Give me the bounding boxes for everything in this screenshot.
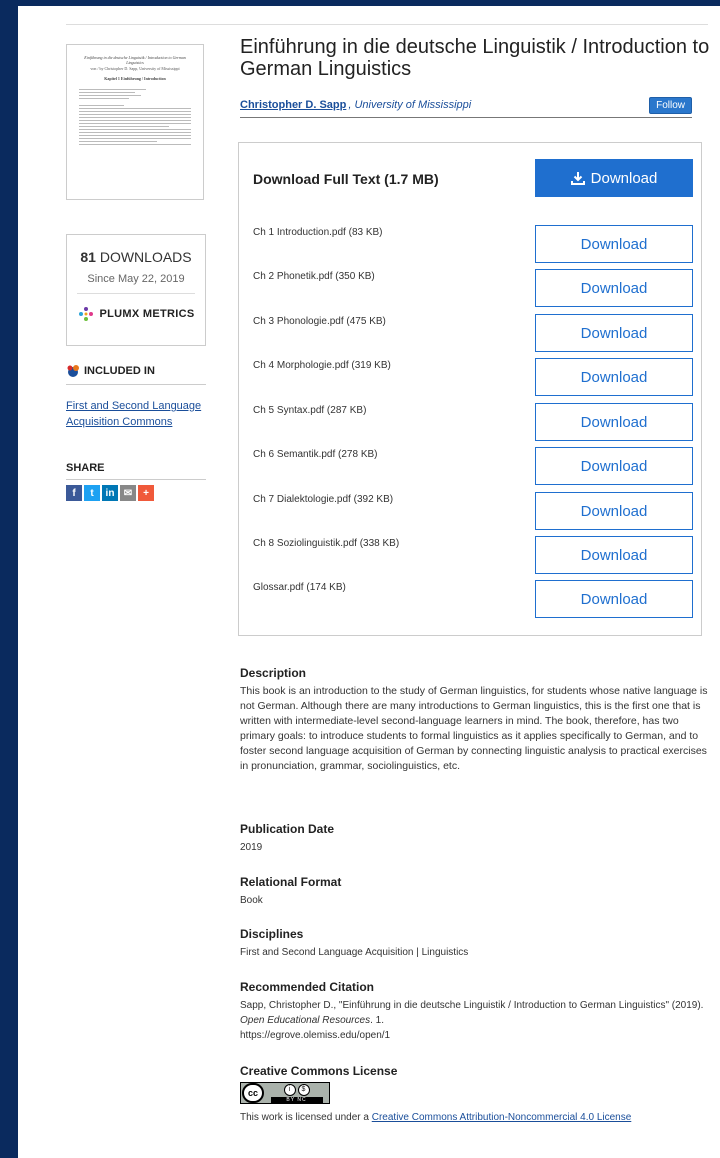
file-name: Ch 7 Dialektologie.pdf (392 KB) [253,494,394,505]
download-ch6-button[interactable]: Download [535,447,693,485]
plumx-metrics-link[interactable]: PLUMX METRICS [67,306,205,322]
twitter-icon[interactable]: t [84,485,100,501]
file-row-ch3: Ch 3 Phonologie.pdf (475 KB) Download [253,314,693,354]
thumb-author: von / by Christopher D. Sapp, University… [90,66,180,71]
commons-link[interactable]: First and Second Language Acquisition Co… [66,398,216,430]
plumx-icon [78,307,93,321]
download-box: Download Full Text (1.7 MB) Download Ch … [238,142,702,636]
download-ch3-button[interactable]: Download [535,314,693,352]
publication-date-value: 2019 [240,842,263,853]
file-name: Ch 2 Phonetik.pdf (350 KB) [253,271,375,282]
file-name: Ch 8 Soziolinguistik.pdf (338 KB) [253,538,400,549]
download-ch4-button[interactable]: Download [535,358,693,396]
file-name: Ch 4 Morphologie.pdf (319 KB) [253,360,391,371]
download-ch2-button[interactable]: Download [535,269,693,307]
file-row-ch7: Ch 7 Dialektologie.pdf (392 KB) Download [253,492,693,532]
file-row-ch5: Ch 5 Syntax.pdf (287 KB) Download [253,403,693,443]
share-heading: SHARE [66,462,206,480]
file-row-ch2: Ch 2 Phonetik.pdf (350 KB) Download [253,269,693,309]
cc-license-badge[interactable]: cc i $ BY NC [240,1082,330,1104]
license-heading: Creative Commons License [240,1064,398,1078]
publication-date-heading: Publication Date [240,822,335,836]
downloads-count: 81 DOWNLOADS [80,249,192,265]
downloads-since: Since May 22, 2019 [87,273,185,285]
file-row-glossar: Glossar.pdf (174 KB) Download [253,580,693,620]
noncommercial-icon: $ [297,1083,310,1096]
linkedin-icon[interactable]: in [102,485,118,501]
top-divider [66,24,708,25]
page-title: Einführung in die deutsche Linguistik / … [240,36,710,80]
author-name[interactable]: Christopher D. Sapp [240,99,346,111]
file-row-ch8: Ch 8 Soziolinguistik.pdf (338 KB) Downlo… [253,536,693,576]
description-text: This book is an introduction to the stud… [240,685,708,772]
license-section: Creative Commons License cc i $ BY NC Th… [240,1064,710,1125]
more-share-icon[interactable]: + [138,485,154,501]
relational-format-value: Book [240,895,263,906]
download-full-text-button[interactable]: Download [535,159,693,197]
relational-format-heading: Relational Format [240,875,342,889]
full-text-row: Download Full Text (1.7 MB) Download [253,159,693,199]
download-stats-box: 81 DOWNLOADS Since May 22, 2019 PLUMX ME… [66,234,206,346]
author-row: Christopher D. Sapp , University of Miss… [240,92,692,118]
share-buttons: f t in ✉ + [66,485,154,501]
disciplines-value: First and Second Language Acquisition | … [240,947,469,958]
network-icon [67,365,79,377]
description-heading: Description [240,666,307,680]
download-glossar-button[interactable]: Download [535,580,693,618]
file-name: Glossar.pdf (174 KB) [253,582,346,593]
file-row-ch6: Ch 6 Semantik.pdf (278 KB) Download [253,447,693,487]
facebook-icon[interactable]: f [66,485,82,501]
cc-icon: cc [242,1083,264,1103]
stats-divider [77,293,195,294]
author-affiliation: , University of Mississippi [348,98,472,111]
citation-heading: Recommended Citation [240,980,375,994]
file-name: Ch 3 Phonologie.pdf (475 KB) [253,316,386,327]
description-section: Description This book is an introduction… [240,666,710,774]
thumb-text-lines [79,89,191,145]
citation-section: Recommended Citation Sapp, Christopher D… [240,980,710,1043]
full-text-label: Download Full Text (1.7 MB) [253,171,439,187]
file-name: Ch 6 Semantik.pdf (278 KB) [253,449,378,460]
follow-button[interactable]: Follow [649,97,692,114]
file-row-ch1: Ch 1 Introduction.pdf (83 KB) Download [253,225,693,265]
thumb-title: Einführung in die deutsche Linguistik / … [84,55,186,65]
download-ch5-button[interactable]: Download [535,403,693,441]
relational-format-section: Relational Format Book [240,875,710,908]
file-row-ch4: Ch 4 Morphologie.pdf (319 KB) Download [253,358,693,398]
download-ch8-button[interactable]: Download [535,536,693,574]
file-name: Ch 1 Introduction.pdf (83 KB) [253,227,383,238]
attribution-icon: i [283,1083,296,1096]
disciplines-heading: Disciplines [240,927,304,941]
download-ch1-button[interactable]: Download [535,225,693,263]
license-link[interactable]: Creative Commons Attribution-Noncommerci… [372,1112,632,1123]
citation-text: Sapp, Christopher D., "Einführung in die… [240,1000,704,1041]
included-in-heading: INCLUDED IN [66,364,206,385]
file-name: Ch 5 Syntax.pdf (287 KB) [253,405,367,416]
plumx-label: PLUMX METRICS [99,308,195,320]
citation-series: Open Educational Resources [240,1015,371,1026]
email-icon[interactable]: ✉ [120,485,136,501]
citation-url: https://egrove.olemiss.edu/open/1 [240,1030,391,1041]
cover-thumbnail[interactable]: Einführung in die deutsche Linguistik / … [66,44,204,200]
publication-date-section: Publication Date 2019 [240,822,710,855]
by-nc-label: BY NC [270,1096,323,1103]
download-icon [570,172,585,185]
page-frame: Einführung in die deutsche Linguistik / … [18,6,720,1158]
download-ch7-button[interactable]: Download [535,492,693,530]
thumb-chapter: Kapitel 1 Einführung / Introduction [104,76,166,81]
disciplines-section: Disciplines First and Second Language Ac… [240,927,710,960]
license-text: This work is licensed under a Creative C… [240,1112,632,1123]
